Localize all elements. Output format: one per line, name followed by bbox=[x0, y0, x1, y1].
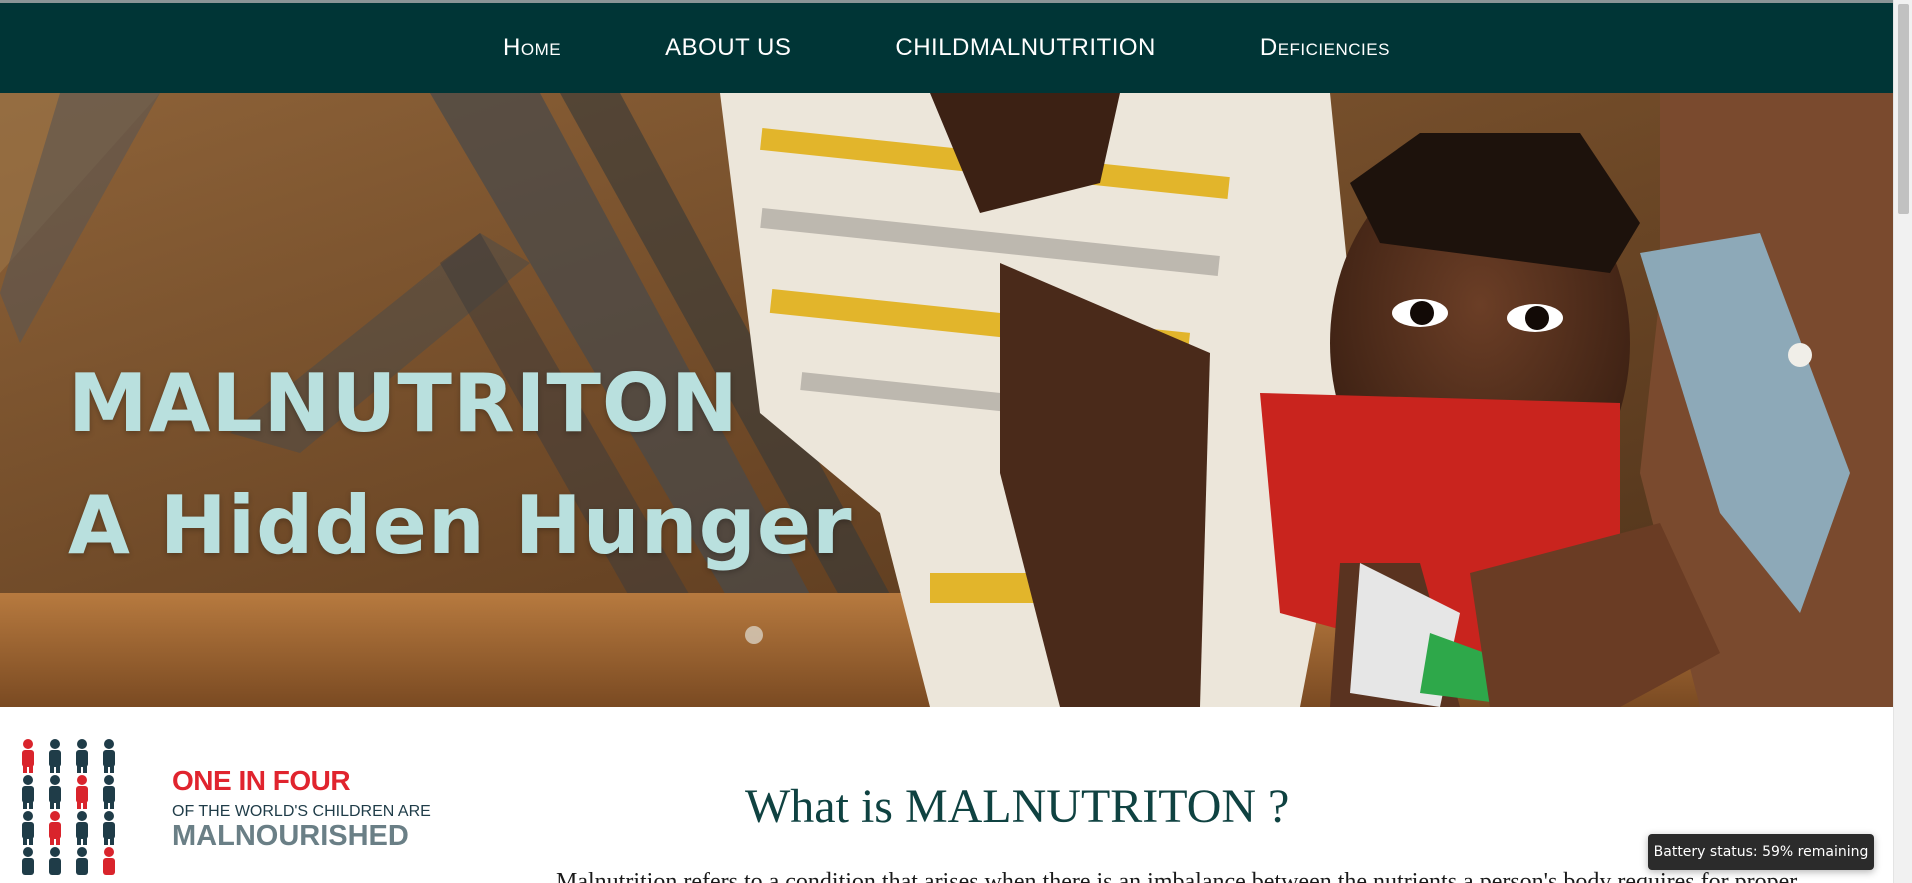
poster-subline: OF THE WORLD'S CHILDREN ARE bbox=[172, 803, 431, 820]
hero-banner: MALNUTRITON A Hidden Hunger bbox=[0, 93, 1893, 707]
scrollbar-thumb[interactable] bbox=[1898, 4, 1909, 214]
nav-childmalnutrition[interactable]: CHILDMALNUTRITION bbox=[843, 36, 1208, 60]
poster-emphasis: MALNOURISHED bbox=[172, 820, 409, 852]
one-in-four-poster: ONE IN FOUR OF THE WORLD'S CHILDREN ARE … bbox=[18, 735, 438, 880]
hero-title: MALNUTRITON A Hidden Hunger bbox=[68, 343, 853, 587]
content-section: ONE IN FOUR OF THE WORLD'S CHILDREN ARE … bbox=[0, 707, 1893, 883]
section-heading: What is MALNUTRITON ? bbox=[745, 780, 1290, 833]
hero-title-line-2: A Hidden Hunger bbox=[68, 479, 853, 572]
child-figures-grid-icon bbox=[22, 739, 115, 875]
nav-home[interactable]: Home bbox=[451, 36, 613, 60]
nav-deficiencies[interactable]: Deficiencies bbox=[1208, 36, 1442, 60]
intro-paragraph: Malnutrition refers to a condition that … bbox=[556, 869, 1798, 883]
battery-status-tooltip: Battery status: 59% remaining bbox=[1648, 834, 1874, 870]
hero-title-line-1: MALNUTRITON bbox=[68, 357, 739, 450]
vertical-scrollbar[interactable] bbox=[1893, 0, 1912, 883]
nav-about-us[interactable]: ABOUT US bbox=[613, 36, 843, 60]
poster-headline: ONE IN FOUR bbox=[172, 765, 351, 796]
main-navigation: Home ABOUT US CHILDMALNUTRITION Deficien… bbox=[0, 3, 1893, 93]
